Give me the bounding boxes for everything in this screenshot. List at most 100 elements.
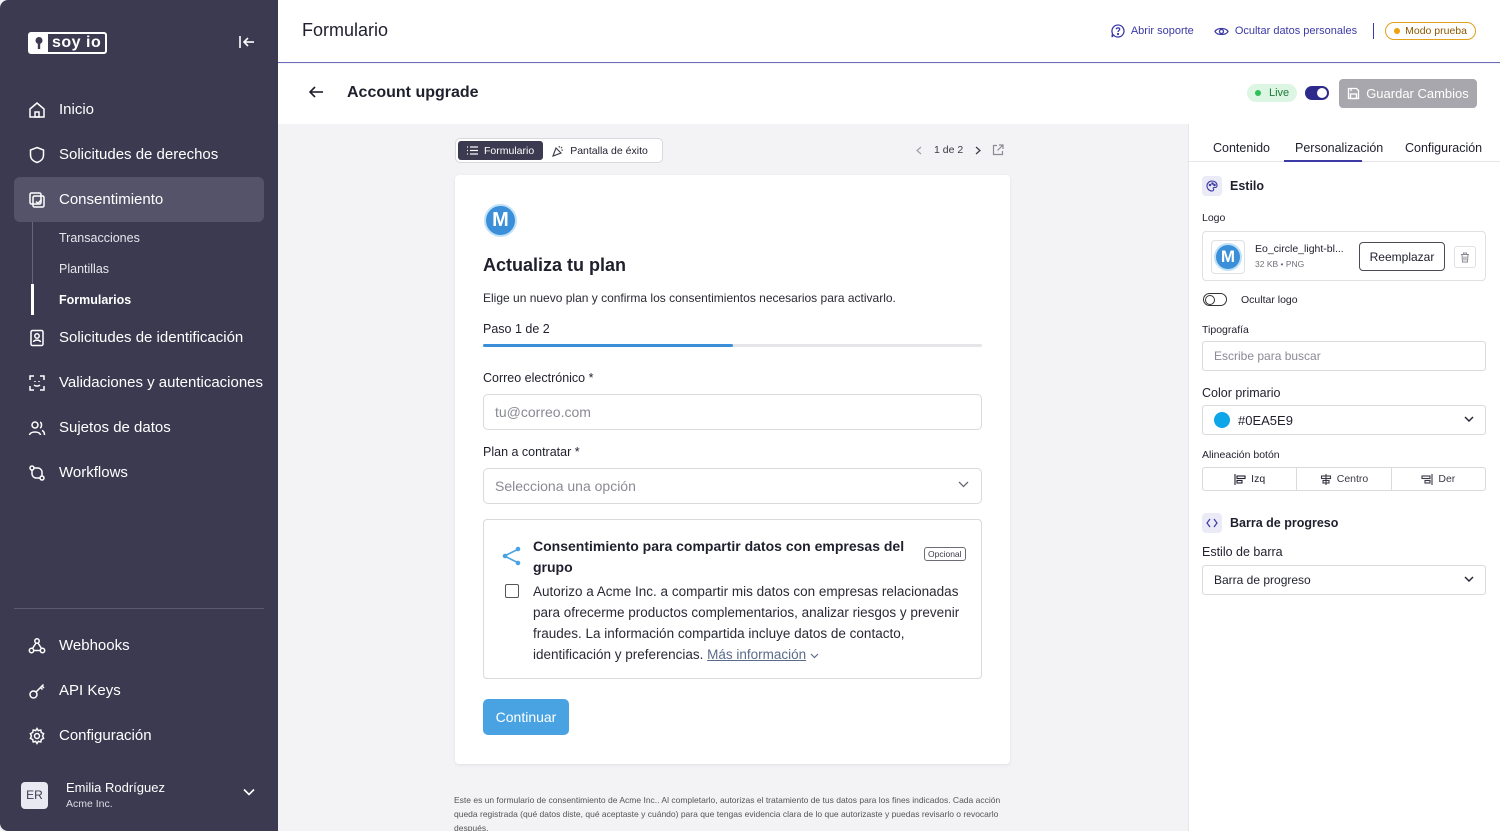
hide-logo-toggle[interactable] <box>1203 293 1227 306</box>
panel-tabs: Contenido Personalización Configuración <box>1189 124 1500 162</box>
primary-color-select[interactable]: #0EA5E9 <box>1202 405 1486 435</box>
sidebar-item-label: Sujetos de datos <box>59 419 171 436</box>
keyhole-icon <box>30 34 48 52</box>
tab-form-label: Formulario <box>484 144 535 157</box>
sidebar-item-webhooks[interactable]: Webhooks <box>14 623 264 668</box>
sidebar-item-label: Webhooks <box>59 637 130 654</box>
sidebar-item-configuracion[interactable]: Configuración <box>14 713 264 758</box>
sidebar-item-label: Configuración <box>59 727 152 744</box>
typography-label: Tipografía <box>1202 324 1249 336</box>
progress-section-header: Barra de progreso <box>1202 513 1338 533</box>
button-alignment-group: Izq Centro Der <box>1202 467 1486 491</box>
continue-button[interactable]: Continuar <box>483 699 569 735</box>
primary-color-value: #0EA5E9 <box>1238 412 1293 428</box>
delete-logo-button[interactable] <box>1454 246 1476 268</box>
sidebar-item-workflows[interactable]: Workflows <box>14 450 264 495</box>
email-field[interactable]: tu@correo.com <box>483 394 982 430</box>
chevron-down-icon[interactable] <box>243 788 255 796</box>
open-support-link[interactable]: Abrir soporte <box>1111 24 1194 38</box>
logo-file-name: Eo_circle_light-bl... <box>1255 243 1344 255</box>
consent-subnav: Transacciones Plantillas Formularios <box>31 222 264 315</box>
sidebar-item-sujetos[interactable]: Sujetos de datos <box>14 405 264 450</box>
sidebar-item-validaciones[interactable]: Validaciones y autenticaciones <box>14 360 264 405</box>
align-right-label: Der <box>1438 473 1456 485</box>
live-badge: Live <box>1247 84 1298 102</box>
back-arrow-icon[interactable] <box>308 85 324 99</box>
primary-color-label: Color primario <box>1202 386 1281 400</box>
sidebar-subitem-plantillas[interactable]: Plantillas <box>33 253 264 284</box>
preview-tabs: Formulario Pantalla de éxito <box>455 138 663 163</box>
hide-personal-data-label: Ocultar datos personales <box>1234 25 1358 37</box>
external-link-icon[interactable] <box>992 144 1004 156</box>
align-left-label: Izq <box>1251 473 1266 485</box>
trash-icon <box>1460 252 1470 263</box>
live-label: Live <box>1269 87 1290 99</box>
user-menu[interactable]: ER Emilia Rodríguez Acme Inc. <box>21 778 261 812</box>
chevron-down-icon <box>958 481 969 488</box>
tab-personalizacion[interactable]: Personalización <box>1295 141 1383 155</box>
tab-success-label: Pantalla de éxito <box>570 144 648 157</box>
sidebar-item-solicitudes-derechos[interactable]: Solicitudes de derechos <box>14 132 264 177</box>
consent-checkbox[interactable] <box>505 584 519 598</box>
eye-icon <box>1214 26 1235 37</box>
webhook-icon <box>27 636 47 656</box>
sidebar-item-label: Consentimiento <box>59 191 164 208</box>
align-left-button[interactable]: Izq <box>1203 468 1298 490</box>
form-description: Elige un nuevo plan y confirma los conse… <box>483 291 896 305</box>
consent-title: Consentimiento para compartir datos con … <box>533 538 905 575</box>
tab-contenido[interactable]: Contenido <box>1213 141 1270 155</box>
save-changes-button[interactable]: Guardar Cambios <box>1339 79 1477 108</box>
form-heading: Actualiza tu plan <box>483 255 627 275</box>
home-icon <box>27 100 47 120</box>
sidebar-divider <box>14 608 264 609</box>
sidebar-item-label: API Keys <box>59 682 121 699</box>
shield-icon <box>27 145 47 165</box>
chevron-right-icon[interactable] <box>975 146 982 155</box>
sidebar-item-consentimiento[interactable]: Consentimiento <box>14 177 264 222</box>
typography-placeholder: Escribe para buscar <box>1214 349 1321 363</box>
list-icon <box>467 146 484 155</box>
logo-upload: M Eo_circle_light-bl... 32 KB • PNG Reem… <box>1202 231 1486 281</box>
progress-title: Barra de progreso <box>1230 516 1339 530</box>
plan-placeholder: Selecciona una opción <box>495 478 636 494</box>
sidebar-item-label: Solicitudes de identificación <box>59 329 244 346</box>
align-center-button[interactable]: Centro <box>1297 468 1392 490</box>
bar-style-label: Estilo de barra <box>1202 545 1283 559</box>
form-preview-card: M Actualiza tu plan Elige un nuevo plan … <box>455 175 1010 764</box>
sidebar-item-solicitudes-identificacion[interactable]: Solicitudes de identificación <box>14 315 264 360</box>
users-icon <box>27 418 47 438</box>
sidebar-item-label: Solicitudes de derechos <box>59 146 219 163</box>
progress-fill <box>483 344 733 347</box>
hide-personal-data-link[interactable]: Ocultar datos personales <box>1214 25 1357 37</box>
logo-thumbnail-letter: M <box>1214 243 1242 271</box>
consent-text: Autorizo a Acme Inc. a compartir mis dat… <box>533 581 973 665</box>
more-info-link[interactable]: Más información <box>707 647 806 662</box>
tab-success-screen[interactable]: Pantalla de éxito <box>543 141 657 160</box>
sidebar-subitem-transacciones[interactable]: Transacciones <box>33 222 264 253</box>
replace-logo-button[interactable]: Reemplazar <box>1359 242 1445 271</box>
sidebar-subitem-formularios[interactable]: Formularios <box>31 284 264 315</box>
chevron-down-icon <box>1464 576 1474 583</box>
tab-configuracion[interactable]: Configuración <box>1405 141 1482 155</box>
key-icon <box>27 681 47 701</box>
align-center-label: Centro <box>1336 473 1369 485</box>
style-title: Estilo <box>1230 179 1265 193</box>
chevron-left-icon[interactable] <box>916 146 922 155</box>
save-icon <box>1347 87 1366 100</box>
align-left-icon <box>1234 473 1251 485</box>
top-header: Formulario Abrir soporte Ocultar datos p… <box>278 0 1500 63</box>
typography-search-input[interactable]: Escribe para buscar <box>1202 341 1486 371</box>
live-toggle[interactable] <box>1305 86 1329 100</box>
brand-logo[interactable]: soy io <box>28 32 108 54</box>
sidebar-item-api-keys[interactable]: API Keys <box>14 668 264 713</box>
chevron-down-icon[interactable] <box>810 653 819 659</box>
tab-form[interactable]: Formulario <box>458 141 544 160</box>
hide-logo-label: Ocultar logo <box>1241 294 1298 306</box>
plan-select[interactable]: Selecciona una opción <box>483 468 982 504</box>
bar-style-select[interactable]: Barra de progreso <box>1202 565 1486 595</box>
align-right-button[interactable]: Der <box>1392 468 1485 490</box>
collapse-sidebar-icon[interactable] <box>238 34 258 52</box>
sidebar-item-inicio[interactable]: Inicio <box>14 87 264 132</box>
code-icon <box>1202 513 1222 533</box>
test-mode-badge[interactable]: Modo prueba <box>1385 22 1476 40</box>
